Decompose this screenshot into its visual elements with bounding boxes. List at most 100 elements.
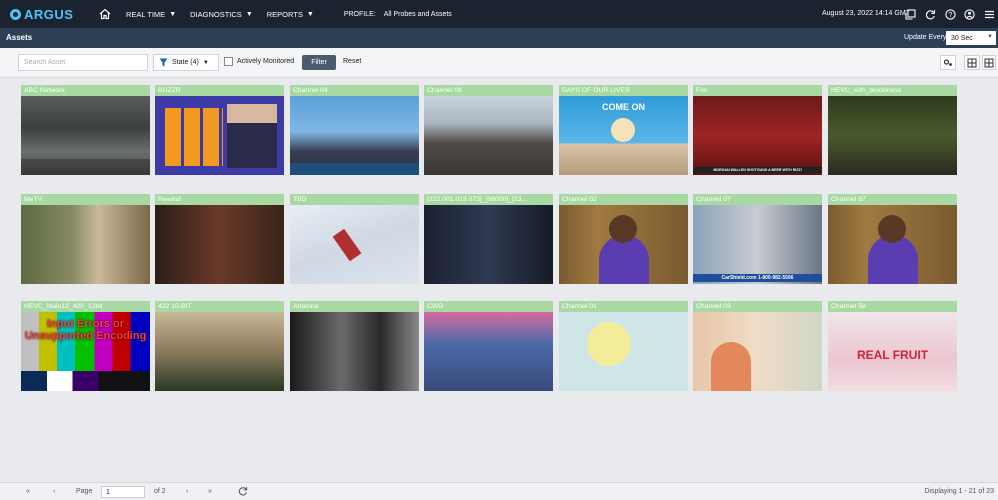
large-grid-view-icon[interactable] bbox=[982, 55, 996, 70]
asset-name: HEVC_with_blockiness bbox=[828, 85, 957, 96]
update-interval-select[interactable]: 30 Sec ▼ bbox=[946, 31, 996, 45]
asset-tile-222-001-013-073[interactable]: [222.001.013.073]_[06000]_[23... bbox=[424, 194, 553, 284]
argus-logo-icon bbox=[10, 8, 21, 20]
asset-tile-metv[interactable]: MeTV bbox=[21, 194, 150, 284]
asset-name: Channel 01 bbox=[559, 301, 688, 312]
argus-logo[interactable]: ARGUS bbox=[10, 7, 80, 22]
chevron-down-icon: ▼ bbox=[202, 59, 209, 66]
thumbnail-overlay-text: Input Errors or Unsupported Encoding bbox=[24, 318, 147, 342]
nav-realtime[interactable]: REAL TIME ▼ bbox=[126, 10, 176, 19]
refresh-icon[interactable] bbox=[924, 8, 936, 20]
asset-tile-fox[interactable]: Fox MORGAN WALLEN SHOTGUNS A BEER WITH R… bbox=[693, 85, 822, 175]
asset-name: Channel 07 bbox=[693, 194, 822, 205]
asset-tile-tbd[interactable]: TBD bbox=[290, 194, 419, 284]
asset-name: ABC Network bbox=[21, 85, 150, 96]
actively-monitored-toggle[interactable]: Actively Monitored bbox=[224, 57, 294, 66]
asset-thumbnail[interactable] bbox=[693, 312, 822, 391]
asset-thumbnail[interactable] bbox=[424, 312, 553, 391]
page-title: Assets bbox=[6, 33, 33, 42]
settings-icon[interactable] bbox=[940, 55, 956, 70]
asset-thumbnail[interactable]: CarShield.com 1-800-982-5596 bbox=[693, 205, 822, 284]
asset-tile-channel-07[interactable]: Channel 07 CarShield.com 1-800-982-5596 bbox=[693, 194, 822, 284]
asset-tile-channel-87[interactable]: Channel 87 bbox=[828, 194, 957, 284]
asset-thumbnail[interactable] bbox=[155, 96, 284, 175]
svg-text:?: ? bbox=[948, 12, 952, 19]
previous-page-icon[interactable]: ‹ bbox=[53, 488, 55, 495]
asset-thumbnail[interactable] bbox=[21, 205, 150, 284]
thumbnail-overlay-text: REAL FRUIT bbox=[856, 348, 929, 362]
asset-tile-hevc-main12[interactable]: HEVC_Main12_420_12bit Input Errors or Un… bbox=[21, 301, 150, 391]
asset-name: Channel 02 bbox=[559, 194, 688, 205]
grid-view-icon[interactable] bbox=[964, 55, 980, 70]
asset-thumbnail[interactable] bbox=[424, 205, 553, 284]
asset-tile-days-of-our-lives[interactable]: DAYS OF OUR LIVES COME ON bbox=[559, 85, 688, 175]
asset-thumbnail[interactable] bbox=[559, 312, 688, 391]
asset-thumbnail[interactable] bbox=[21, 96, 150, 175]
asset-name: Antenna bbox=[290, 301, 419, 312]
asset-thumbnail[interactable] bbox=[559, 205, 688, 284]
asset-tile-channel-04[interactable]: Channel 04 bbox=[290, 85, 419, 175]
asset-tile-channel-03[interactable]: Channel 03 bbox=[693, 301, 822, 391]
nav-diagnostics[interactable]: DIAGNOSTICS ▼ bbox=[190, 10, 253, 19]
asset-tile-422-10-bit[interactable]: 422 10-BIT bbox=[155, 301, 284, 391]
current-datetime: August 23, 2022 14:14 GMT bbox=[822, 10, 910, 17]
filter-button[interactable]: Filter bbox=[302, 55, 336, 70]
reset-button[interactable]: Reset bbox=[343, 58, 361, 65]
asset-tile-buzzr[interactable]: BUZZR bbox=[155, 85, 284, 175]
asset-thumbnail[interactable] bbox=[155, 312, 284, 391]
asset-thumbnail[interactable]: COME ON bbox=[559, 96, 688, 175]
asset-thumbnail[interactable]: MORGAN WALLEN SHOTGUNS A BEER WITH RIZZI bbox=[693, 96, 822, 175]
copy-icon[interactable] bbox=[904, 8, 916, 20]
asset-name: CWD bbox=[424, 301, 553, 312]
asset-thumbnail[interactable] bbox=[290, 312, 419, 391]
asset-thumbnail[interactable] bbox=[155, 205, 284, 284]
first-page-icon[interactable]: « bbox=[26, 488, 30, 495]
asset-tile-cwd[interactable]: CWD bbox=[424, 301, 553, 391]
asset-tile-antenna[interactable]: Antenna bbox=[290, 301, 419, 391]
asset-name: TBD bbox=[290, 194, 419, 205]
chevron-down-icon: ▼ bbox=[987, 34, 993, 40]
asset-name: Channel 04 bbox=[290, 85, 419, 96]
page-number-input[interactable] bbox=[101, 486, 145, 498]
menu-icon[interactable] bbox=[983, 8, 995, 20]
page-label: Page bbox=[76, 488, 93, 495]
asset-name: 422 10-BIT bbox=[155, 301, 284, 312]
thumbnail-overlay-text: COME ON bbox=[601, 102, 645, 112]
nav-reports[interactable]: REPORTS ▼ bbox=[267, 10, 314, 19]
asset-thumbnail[interactable]: REAL FRUIT bbox=[828, 312, 957, 391]
asset-name: HEVC_Main12_420_12bit bbox=[21, 301, 150, 312]
profile-label: PROFILE: bbox=[343, 10, 376, 18]
next-page-icon[interactable]: › bbox=[186, 488, 188, 495]
asset-thumbnail[interactable]: Input Errors or Unsupported Encoding bbox=[21, 312, 150, 391]
funnel-icon bbox=[159, 58, 168, 67]
asset-thumbnail[interactable] bbox=[424, 96, 553, 175]
asset-name: DAYS OF OUR LIVES bbox=[559, 85, 688, 96]
asset-tile-channel-01[interactable]: Channel 01 bbox=[559, 301, 688, 391]
update-every-label: Update Every: bbox=[904, 34, 949, 41]
page-count: of 2 bbox=[154, 488, 166, 495]
last-page-icon[interactable]: » bbox=[208, 488, 212, 495]
profile-value[interactable]: All Probes and Assets bbox=[384, 11, 452, 18]
user-icon[interactable] bbox=[963, 8, 975, 20]
asset-name: Channel 08 bbox=[424, 85, 553, 96]
asset-thumbnail[interactable] bbox=[290, 205, 419, 284]
app-name: ARGUS bbox=[24, 6, 74, 22]
asset-tile-channel-08[interactable]: Channel 08 bbox=[424, 85, 553, 175]
asset-tile-hevc-with-blockiness[interactable]: HEVC_with_blockiness bbox=[828, 85, 957, 175]
asset-thumbnail[interactable] bbox=[290, 96, 419, 175]
actively-monitored-checkbox[interactable] bbox=[224, 57, 233, 66]
state-filter-dropdown[interactable]: State (4) ▼ bbox=[153, 54, 219, 71]
asset-tile-channel-02[interactable]: Channel 02 bbox=[559, 194, 688, 284]
asset-tile-rewind[interactable]: Rewind bbox=[155, 194, 284, 284]
asset-thumbnail[interactable] bbox=[828, 96, 957, 175]
asset-tile-abc-network[interactable]: ABC Network bbox=[21, 85, 150, 175]
chevron-down-icon: ▼ bbox=[306, 10, 314, 18]
asset-tile-channel-58[interactable]: Channel 58 REAL FRUIT bbox=[828, 301, 957, 391]
home-icon[interactable] bbox=[98, 7, 112, 21]
asset-name: [222.001.013.073]_[06000]_[23... bbox=[424, 194, 553, 205]
refresh-icon[interactable] bbox=[238, 486, 248, 498]
help-icon[interactable]: ? bbox=[944, 8, 956, 20]
asset-thumbnail[interactable] bbox=[828, 205, 957, 284]
pagination-bar: « ‹ Page of 2 › » Displaying 1 - 21 of 2… bbox=[0, 482, 998, 500]
search-asset-input[interactable] bbox=[18, 54, 148, 71]
